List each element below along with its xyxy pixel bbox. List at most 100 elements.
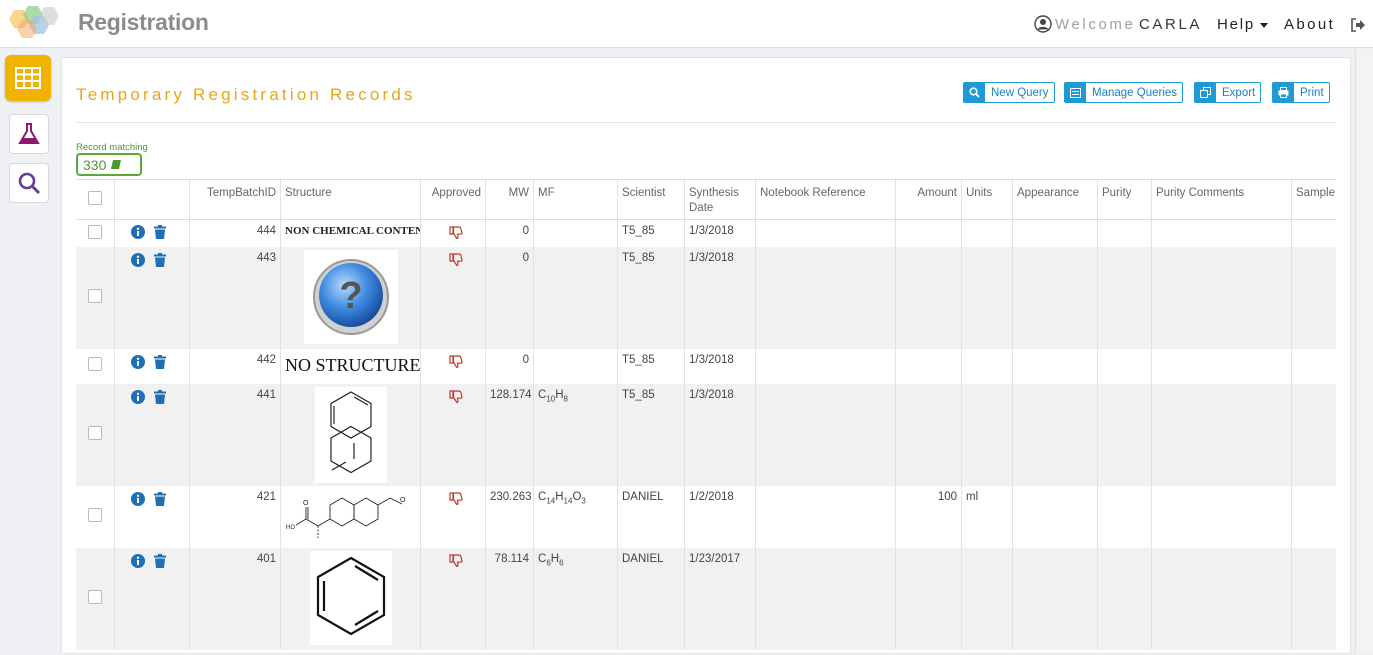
row-checkbox[interactable] <box>88 289 102 303</box>
svg-text:HO: HO <box>286 525 295 531</box>
mw: 128.174 <box>486 384 534 486</box>
col-header-purity-comments[interactable]: Purity Comments <box>1152 180 1292 219</box>
thumbs-down-icon[interactable] <box>449 491 463 506</box>
col-header-mw[interactable]: MW <box>486 180 534 219</box>
new-query-button[interactable]: New Query <box>963 82 1055 103</box>
col-header-scientist[interactable]: Scientist <box>618 180 685 219</box>
page-title: Temporary Registration Records <box>76 85 416 104</box>
mf: C6H6 <box>534 548 618 650</box>
info-icon[interactable] <box>131 492 145 506</box>
col-header-purity[interactable]: Purity <box>1098 180 1152 219</box>
col-header-appearance[interactable]: Appearance <box>1013 180 1098 219</box>
notebook-reference <box>756 548 896 650</box>
thumbs-down-icon[interactable] <box>449 252 463 267</box>
col-header-synthesis-date[interactable]: Synthesis Date <box>685 180 756 219</box>
records-panel: Temporary Registration Records New Query… <box>61 57 1351 654</box>
mw: 230.263 <box>486 486 534 548</box>
col-header-notebook-reference[interactable]: Notebook Reference <box>756 180 896 219</box>
help-menu[interactable]: Help <box>1217 16 1269 33</box>
scientist: DANIEL <box>618 486 685 548</box>
row-checkbox[interactable] <box>88 426 102 440</box>
scientist: T5_85 <box>618 349 685 384</box>
print-icon <box>1278 87 1289 98</box>
info-icon[interactable] <box>131 253 145 267</box>
top-header: Registration Welcome CARLA Help About <box>0 0 1373 48</box>
units <box>962 548 1013 650</box>
mf <box>534 247 618 349</box>
synthesis-date: 1/3/2018 <box>685 349 756 384</box>
trash-icon[interactable] <box>154 492 166 506</box>
notebook-reference <box>756 220 896 247</box>
mf <box>534 349 618 384</box>
user-icon <box>1034 15 1052 33</box>
title-divider <box>76 122 1336 123</box>
structure-cell <box>281 384 421 486</box>
sidebar-item-register[interactable] <box>9 114 49 154</box>
table-row: 443 ? 0 T5_85 1/3/2018 <box>76 247 1336 349</box>
trash-icon[interactable] <box>154 355 166 369</box>
thumbs-down-icon[interactable] <box>449 553 463 568</box>
page-scrollbar[interactable] <box>1355 49 1373 654</box>
row-checkbox[interactable] <box>88 225 102 239</box>
book-icon <box>111 160 122 169</box>
batch-id: 444 <box>190 220 281 247</box>
col-header-units[interactable]: Units <box>962 180 1013 219</box>
col-header-amount[interactable]: Amount <box>896 180 962 219</box>
trash-icon[interactable] <box>154 390 166 404</box>
info-icon[interactable] <box>131 554 145 568</box>
mf: C10H8 <box>534 384 618 486</box>
col-header-mf[interactable]: MF <box>534 180 618 219</box>
unknown-structure-icon: ? <box>303 250 398 344</box>
table-row: 421 O O HO 230.263 C14H14O3 DANIEL 1/2/2… <box>76 486 1336 548</box>
trash-icon[interactable] <box>154 253 166 267</box>
mw: 78.114 <box>486 548 534 650</box>
thumbs-down-icon[interactable] <box>449 354 463 369</box>
records-grid: TempBatchID Structure Approved MW MF Sci… <box>76 179 1336 655</box>
print-label: Print <box>1300 86 1324 99</box>
thumbs-down-icon[interactable] <box>449 389 463 404</box>
about-link[interactable]: About <box>1284 16 1335 33</box>
svg-text:O: O <box>400 497 406 504</box>
row-checkbox[interactable] <box>88 357 102 371</box>
scientist: T5_85 <box>618 247 685 349</box>
export-label: Export <box>1222 86 1256 99</box>
svg-text:O: O <box>303 500 309 507</box>
thumbs-down-icon[interactable] <box>449 225 463 240</box>
amount <box>896 220 962 247</box>
col-header-sample[interactable]: Sample I <box>1292 180 1336 219</box>
table-row: 442 NO STRUCTURE 0 T5_85 1/3/2018 <box>76 349 1336 384</box>
info-icon[interactable] <box>131 355 145 369</box>
manage-queries-label: Manage Queries <box>1092 86 1178 99</box>
amount <box>896 384 962 486</box>
mw: 0 <box>486 220 534 247</box>
batch-id: 421 <box>190 486 281 548</box>
record-count-badge: 330 <box>76 153 142 176</box>
export-button[interactable]: Export <box>1194 82 1262 103</box>
svg-text:?: ? <box>339 275 362 317</box>
sidebar-item-records[interactable] <box>5 55 51 101</box>
trash-icon[interactable] <box>154 225 166 239</box>
grid-icon <box>15 67 41 89</box>
synthesis-date: 1/3/2018 <box>685 384 756 486</box>
record-matching-label: Record matching <box>76 142 148 153</box>
col-header-structure[interactable]: Structure <box>281 180 421 219</box>
structure-text: NON CHEMICAL CONTENT <box>285 225 421 237</box>
search-icon <box>18 172 41 195</box>
copy-icon <box>1200 87 1211 98</box>
row-checkbox[interactable] <box>88 508 102 522</box>
trash-icon[interactable] <box>154 554 166 568</box>
sidebar-item-search[interactable] <box>9 163 49 203</box>
logout-icon[interactable] <box>1350 17 1366 33</box>
col-header-tempbatchid[interactable]: TempBatchID <box>190 180 281 219</box>
row-checkbox[interactable] <box>88 590 102 604</box>
print-button[interactable]: Print <box>1272 82 1330 103</box>
structure-text: NO STRUCTURE <box>285 355 421 375</box>
info-icon[interactable] <box>131 390 145 404</box>
select-all-checkbox[interactable] <box>88 191 102 205</box>
col-header-approved[interactable]: Approved <box>421 180 486 219</box>
notebook-reference <box>756 486 896 548</box>
chevron-down-icon <box>1260 22 1269 28</box>
new-query-label: New Query <box>991 86 1049 99</box>
info-icon[interactable] <box>131 225 145 239</box>
manage-queries-button[interactable]: Manage Queries <box>1064 82 1184 103</box>
